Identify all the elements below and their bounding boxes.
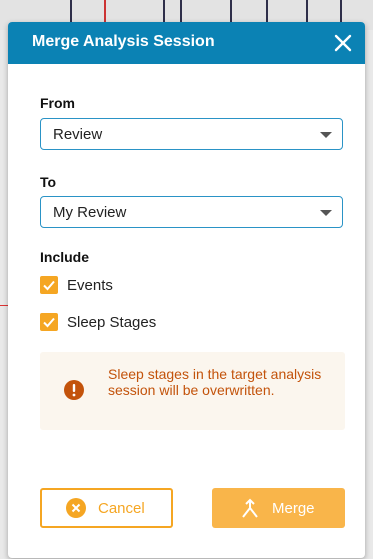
- from-label: From: [40, 95, 75, 111]
- exclamation-circle-icon: [64, 380, 84, 400]
- overwrite-warning: Sleep stages in the target analysis sess…: [40, 352, 345, 430]
- checkmark-icon: [43, 280, 55, 291]
- chevron-down-icon: [320, 132, 332, 138]
- sleep-stages-checkbox[interactable]: [40, 313, 58, 331]
- merge-button-label: Merge: [272, 500, 315, 517]
- close-button[interactable]: [329, 29, 357, 57]
- to-select-value: My Review: [53, 204, 127, 221]
- to-select[interactable]: My Review: [40, 196, 343, 228]
- cancel-circle-icon: [66, 498, 86, 518]
- cancel-button-label: Cancel: [98, 500, 145, 517]
- close-icon: [334, 34, 352, 52]
- merge-icon: [242, 498, 258, 518]
- chevron-down-icon: [320, 210, 332, 216]
- background-marker: [0, 305, 8, 306]
- include-label: Include: [40, 249, 90, 265]
- dialog-header: Merge Analysis Session: [8, 22, 365, 64]
- warning-text: Sleep stages in the target analysis sess…: [108, 366, 322, 398]
- from-select[interactable]: Review: [40, 118, 343, 150]
- merge-button[interactable]: Merge: [212, 488, 345, 528]
- events-checkbox[interactable]: [40, 276, 58, 294]
- checkmark-icon: [43, 317, 55, 328]
- from-select-value: Review: [53, 126, 103, 143]
- to-label: To: [40, 174, 57, 190]
- dialog-title: Merge Analysis Session: [32, 33, 215, 50]
- cancel-button[interactable]: Cancel: [40, 488, 173, 528]
- merge-analysis-dialog: Merge Analysis Session From Review To My…: [8, 22, 365, 558]
- events-checkbox-label: Events: [67, 277, 113, 294]
- sleep-stages-checkbox-label: Sleep Stages: [67, 314, 157, 331]
